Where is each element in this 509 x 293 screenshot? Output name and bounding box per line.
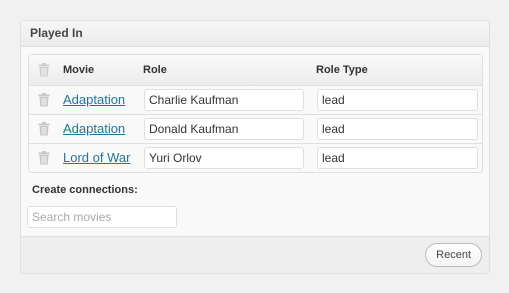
movie-link[interactable]: Lord of War [63,144,130,172]
recent-button[interactable]: Recent [425,243,482,267]
role-input[interactable] [144,118,304,140]
delete-connection-trash-icon[interactable] [38,93,50,107]
column-header-movie: Movie [63,64,95,76]
role-type-input[interactable] [317,118,478,140]
table-row: Adaptation [29,114,482,143]
table-row: Lord of War [29,143,482,172]
role-input[interactable] [144,89,304,111]
movie-link[interactable]: Adaptation [63,86,125,114]
role-type-input[interactable] [317,89,478,111]
search-movies-input[interactable] [27,206,177,228]
role-type-input[interactable] [317,147,478,169]
create-connections-label: Create connections: [32,184,138,196]
role-input[interactable] [144,147,304,169]
table-header-row: Movie Role Role Type [29,55,482,85]
connections-table: Movie Role Role Type Adaptation Charlie … [28,54,483,173]
column-header-role-type: Role Type [316,64,368,76]
panel-footer: Recent [21,236,489,273]
movie-link[interactable]: Adaptation [63,115,125,143]
panel-title: Played In [21,21,489,47]
column-header-role: Role [143,64,167,76]
delete-connection-trash-icon[interactable] [38,122,50,136]
delete-connection-trash-icon[interactable] [38,151,50,165]
played-in-metabox: Played In Movie Role Role Type Adaptatio… [20,20,490,274]
trash-icon [38,63,50,77]
table-row: Adaptation [29,85,482,114]
